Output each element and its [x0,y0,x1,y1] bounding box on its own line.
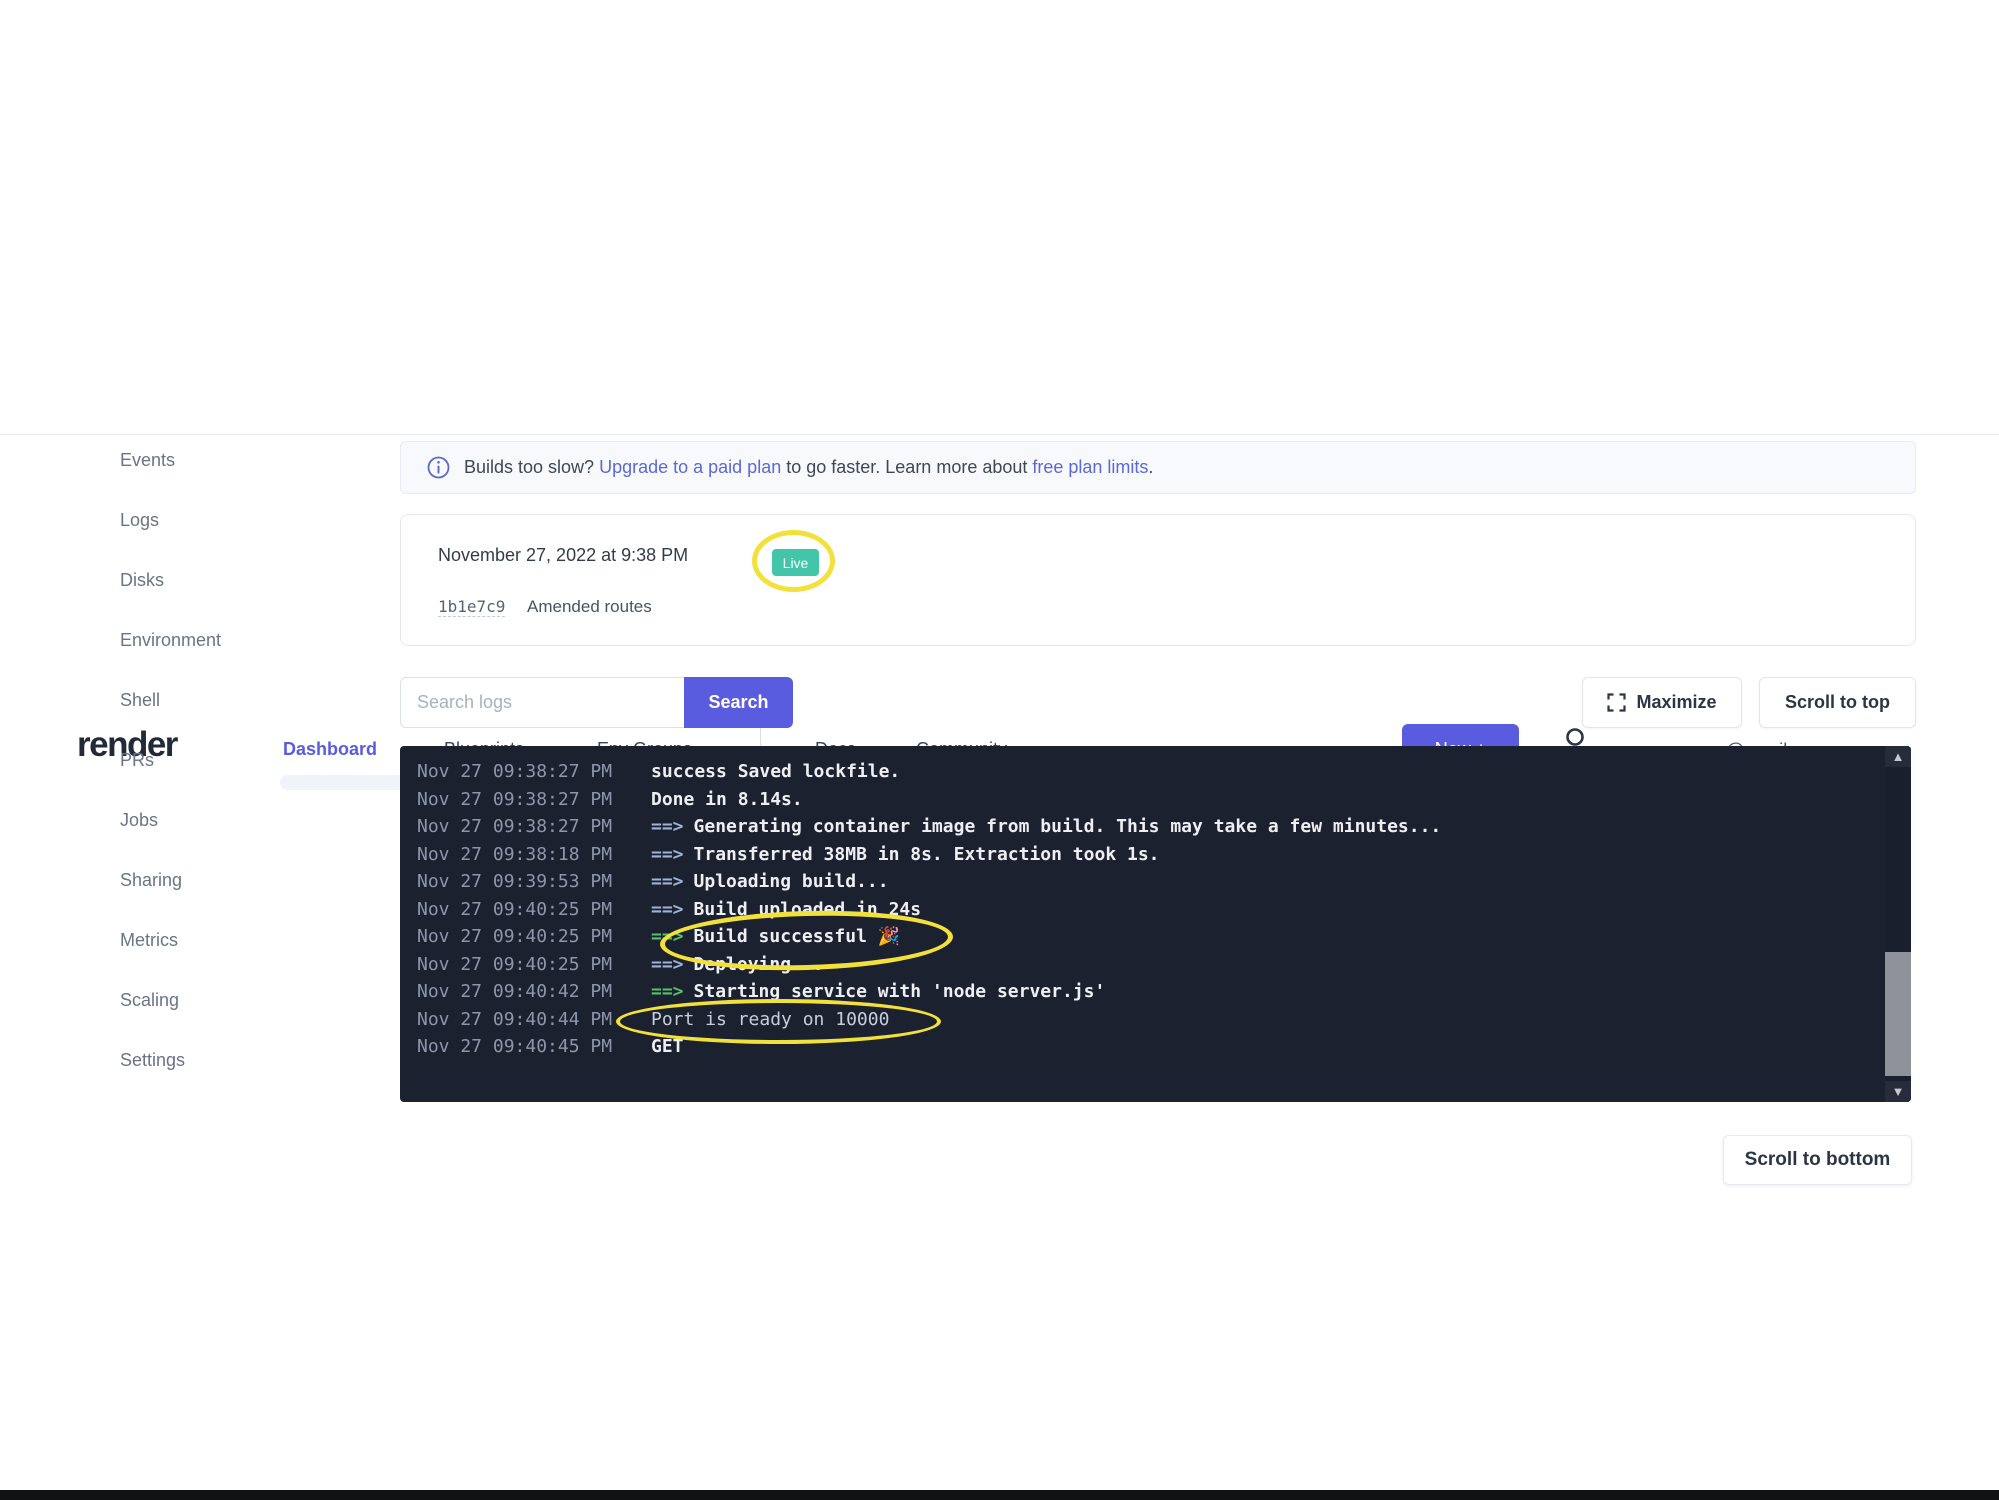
log-line: Nov 27 09:38:27 PM==>Generating containe… [417,813,1871,841]
deploy-card: November 27, 2022 at 9:38 PM Live 1b1e7c… [400,514,1916,646]
log-terminal: Nov 27 09:38:27 PMsuccess Saved lockfile… [400,746,1911,1102]
commit-hash-link[interactable]: 1b1e7c9 [438,597,505,617]
free-plan-limits-link[interactable]: free plan limits [1032,457,1148,477]
sidebar-item-shell[interactable]: Shell [120,690,160,711]
arrow-icon: ==> [651,816,684,837]
banner-text: Builds too slow? Upgrade to a paid plan … [464,457,1153,478]
log-line-build-successful: Nov 27 09:40:25 PM==>Build successful 🎉 [417,923,1871,951]
log-line: Nov 27 09:40:25 PM==>Deploying... [417,951,1871,979]
log-line: Nov 27 09:38:27 PMsuccess Saved lockfile… [417,758,1871,786]
terminal-scrollbar[interactable]: ▲ ▼ [1885,746,1911,1102]
scrollbar-up-icon[interactable]: ▲ [1885,746,1911,767]
arrow-icon: ==> [651,899,684,920]
log-line: Nov 27 09:38:27 PMDone in 8.14s. [417,786,1871,814]
log-lines: Nov 27 09:38:27 PMsuccess Saved lockfile… [400,746,1911,1061]
bottom-taskbar-edge [0,1490,1999,1500]
log-line: Nov 27 09:40:25 PM==>Build uploaded in 2… [417,896,1871,924]
top-navbar: render Dashboard Blueprints Env Groups D… [0,355,1999,435]
sidebar-item-logs[interactable]: Logs [120,510,159,531]
upgrade-link[interactable]: Upgrade to a paid plan [599,457,781,477]
sidebar-item-prs[interactable]: PRs [120,750,154,771]
scroll-to-top-button[interactable]: Scroll to top [1759,677,1916,728]
sidebar-item-settings[interactable]: Settings [120,1050,185,1071]
commit-message: Amended routes [527,597,652,617]
scroll-to-bottom-button[interactable]: Scroll to bottom [1723,1135,1912,1185]
sidebar-item-disks[interactable]: Disks [120,570,164,591]
live-status-badge: Live [772,549,819,576]
arrow-icon: ==> [651,844,684,865]
arrow-icon: ==> [651,926,684,947]
nav-link-dashboard[interactable]: Dashboard [283,739,377,760]
sidebar-item-scaling[interactable]: Scaling [120,990,179,1011]
sidebar-item-events[interactable]: Events [120,450,175,471]
maximize-icon [1607,693,1626,712]
sidebar-item-sharing[interactable]: Sharing [120,870,182,891]
sidebar-item-jobs[interactable]: Jobs [120,810,158,831]
log-line: Nov 27 09:39:53 PM==>Uploading build... [417,868,1871,896]
scrollbar-thumb[interactable] [1885,952,1911,1076]
upgrade-banner: Builds too slow? Upgrade to a paid plan … [400,441,1916,494]
maximize-button[interactable]: Maximize [1582,677,1742,728]
log-line: Nov 27 09:38:18 PM==>Transferred 38MB in… [417,841,1871,869]
search-button[interactable]: Search [684,677,793,728]
render-dashboard-page: render Dashboard Blueprints Env Groups D… [0,0,1999,1500]
arrow-icon: ==> [651,954,684,975]
info-icon [427,456,450,479]
log-line: Nov 27 09:40:42 PM==>Starting service wi… [417,978,1871,1006]
deploy-date: November 27, 2022 at 9:38 PM [438,545,688,566]
search-logs-input[interactable] [400,677,685,728]
sidebar-item-environment[interactable]: Environment [120,630,221,651]
log-line: Nov 27 09:40:45 PMGET [417,1033,1871,1061]
sidebar-item-metrics[interactable]: Metrics [120,930,178,951]
arrow-icon: ==> [651,981,684,1002]
log-line-port-ready: Nov 27 09:40:44 PMPort is ready on 10000 [417,1006,1871,1034]
scrollbar-down-icon[interactable]: ▼ [1885,1081,1911,1102]
arrow-icon: ==> [651,871,684,892]
